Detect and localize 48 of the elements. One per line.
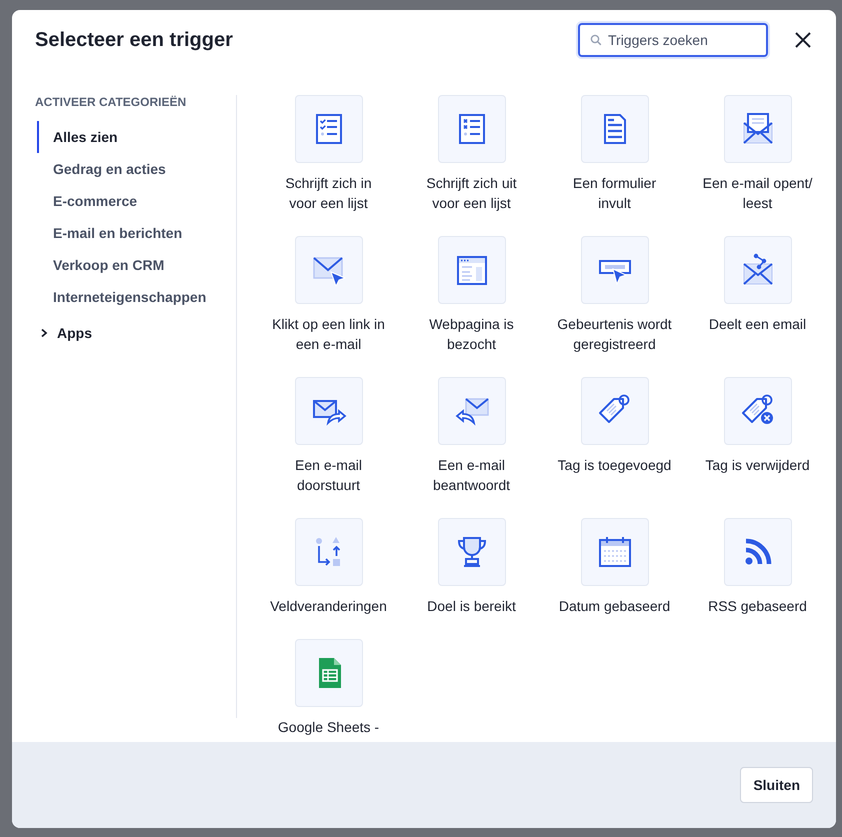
trigger-tile[interactable]: [294, 639, 362, 707]
chevron-icon: [39, 328, 49, 338]
close-dialog-button[interactable]: Sluiten: [740, 767, 813, 803]
trigger-label: Google Sheets -: [276, 718, 380, 737]
trigger-tile[interactable]: [438, 236, 506, 304]
trigger-label: Veldveranderingen: [270, 597, 387, 616]
sidebar-heading: ACTIVEER CATEGORIEËN: [35, 95, 188, 109]
category-item[interactable]: Gedrag en acties: [37, 153, 236, 185]
trigger-label: Een e-mail opent/ leest: [702, 174, 814, 213]
trigger-label: Een e-mail doorstuurt: [294, 456, 363, 495]
trigger-label: Deelt een email: [708, 315, 808, 334]
trigger-tile[interactable]: [724, 236, 792, 304]
trigger-tile[interactable]: [580, 95, 648, 163]
trigger-tile[interactable]: [438, 518, 506, 586]
trigger-label: Tag is toegevoegd: [556, 456, 672, 475]
category-item[interactable]: E-commerce: [37, 185, 236, 217]
group-label: Apps: [57, 325, 92, 341]
trigger-label: Schrijft zich uit voor een lijst: [425, 174, 518, 213]
trigger-tile[interactable]: [580, 236, 648, 304]
search-icon: [590, 34, 602, 46]
trigger-tile[interactable]: [580, 518, 648, 586]
trigger-tile[interactable]: [580, 377, 648, 445]
trigger-tile[interactable]: [724, 377, 792, 445]
trigger-tile[interactable]: [724, 518, 792, 586]
trigger-tile[interactable]: [294, 377, 362, 445]
trigger-label: Klikt op een link in een e-mail: [271, 315, 386, 354]
trigger-label: Webpagina is bezocht: [428, 315, 515, 354]
trigger-label: Gebeurtenis wordt geregistreerd: [556, 315, 673, 354]
apps-group[interactable]: Apps: [35, 325, 236, 341]
trigger-label: Een e-mail beantwoordt: [432, 456, 512, 495]
category-item[interactable]: E-mail en berichten: [37, 217, 236, 249]
category-item[interactable]: Interneteigenschappen: [37, 281, 236, 313]
trigger-tile[interactable]: [438, 95, 506, 163]
search-field[interactable]: Triggers zoeken: [578, 23, 768, 57]
category-item[interactable]: Alles zien: [37, 121, 236, 153]
trigger-label: Een formulier invult: [572, 174, 658, 213]
category-item[interactable]: Verkoop en CRM: [37, 249, 236, 281]
trigger-tile[interactable]: [724, 95, 792, 163]
trigger-tile[interactable]: [294, 95, 362, 163]
dialog-title: Selecteer een trigger: [35, 28, 234, 52]
trigger-label: Doel is bereikt: [426, 597, 517, 616]
trigger-label: Datum gebaseerd: [558, 597, 672, 616]
trigger-tile[interactable]: [294, 236, 362, 304]
trigger-label: Schrijft zich in voor een lijst: [284, 174, 373, 213]
trigger-label: Tag is verwijderd: [704, 456, 811, 475]
trigger-tile[interactable]: [294, 518, 362, 586]
trigger-tile[interactable]: [438, 377, 506, 445]
trigger-label: RSS gebaseerd: [707, 597, 808, 616]
